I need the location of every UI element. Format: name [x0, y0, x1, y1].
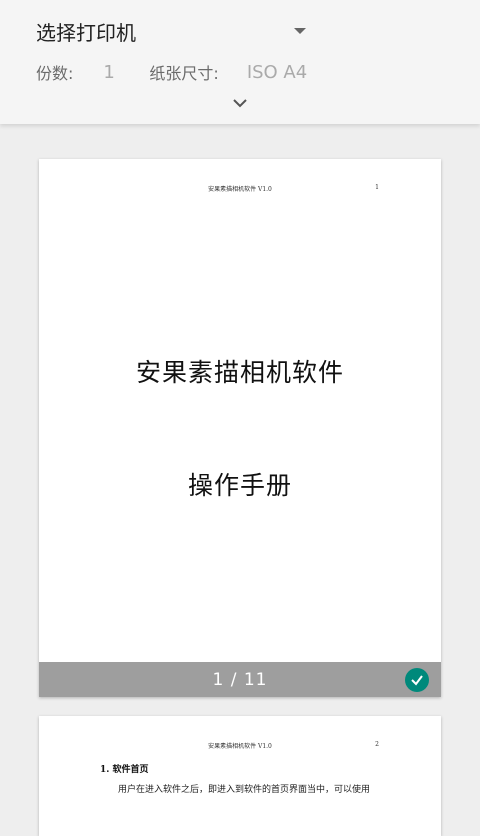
copies-label: 份数: — [36, 64, 74, 83]
copies-value[interactable]: 1 — [103, 62, 143, 83]
body-text: 用户在进入软件之后，即进入到软件的首页界面当中，可以使用 — [118, 785, 371, 795]
printer-selector-label: 选择打印机 — [36, 20, 136, 45]
print-options-panel: 选择打印机 份数: 1 纸张尺寸: ISO A4 — [0, 0, 480, 124]
check-icon — [411, 675, 423, 686]
chevron-down-icon[interactable] — [230, 96, 250, 110]
page-number: 2 — [375, 741, 379, 748]
page-preview-1[interactable]: 安果素描相机软件 V1.0 1 安果素描相机软件 操作手册 1 / 11 — [39, 159, 441, 697]
page-footer-bar: 1 / 11 — [39, 662, 441, 697]
page-number: 1 — [375, 184, 379, 191]
page-running-header: 安果素描相机软件 V1.0 — [208, 186, 272, 193]
document-title: 安果素描相机软件 — [135, 358, 344, 387]
page-indicator: 1 / 11 — [212, 669, 268, 690]
page-running-header: 安果素描相机软件 V1.0 — [208, 743, 272, 750]
paper-size-value[interactable]: ISO A4 — [247, 62, 307, 83]
printer-selector[interactable]: 选择打印机 — [36, 16, 306, 46]
print-settings-summary: 份数: 1 纸张尺寸: ISO A4 — [36, 60, 307, 84]
page-select-checkbox[interactable] — [405, 668, 429, 692]
document-subtitle: 操作手册 — [187, 471, 292, 500]
dropdown-arrow-icon[interactable] — [294, 28, 306, 34]
page-preview-2[interactable]: 安果素描相机软件 V1.0 2 1. 软件首页 用户在进入软件之后，即进入到软件… — [39, 716, 441, 836]
section-heading: 1. 软件首页 — [100, 765, 149, 775]
paper-size-label: 纸张尺寸: — [149, 64, 219, 83]
